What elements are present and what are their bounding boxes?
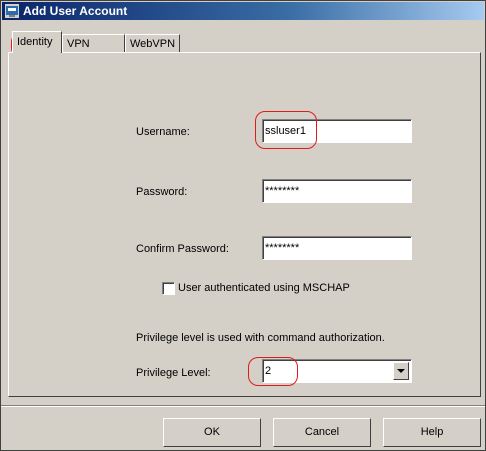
footer-separator bbox=[1, 405, 485, 407]
window-title: Add User Account bbox=[23, 4, 128, 18]
cancel-button[interactable]: Cancel bbox=[273, 418, 371, 447]
tab-webvpn[interactable]: WebVPN bbox=[125, 34, 180, 52]
password-input[interactable] bbox=[262, 179, 412, 203]
mschap-label: User authenticated using MSCHAP bbox=[178, 282, 350, 294]
privilege-level-select[interactable]: 2 bbox=[262, 359, 412, 383]
ok-button[interactable]: OK bbox=[163, 418, 261, 447]
tab-webvpn-label: WebVPN bbox=[130, 38, 176, 50]
help-button[interactable]: Help bbox=[383, 418, 481, 447]
chevron-down-icon[interactable] bbox=[393, 362, 409, 380]
tab-identity-label: Identity bbox=[17, 36, 53, 48]
tab-vpn-policy[interactable]: VPN Policy bbox=[62, 34, 125, 68]
confirm-password-input[interactable] bbox=[262, 236, 412, 260]
privilege-level-value: 2 bbox=[265, 365, 272, 377]
privilege-note: Privilege level is used with command aut… bbox=[136, 332, 385, 344]
username-label: Username: bbox=[136, 126, 190, 138]
password-label: Password: bbox=[136, 186, 188, 198]
add-user-account-dialog: Add User Account Identity VPN Policy Web… bbox=[0, 0, 486, 451]
mschap-checkbox[interactable] bbox=[162, 282, 175, 295]
privilege-level-label: Privilege Level: bbox=[136, 367, 211, 379]
confirm-password-label: Confirm Password: bbox=[136, 243, 229, 255]
title-bar: Add User Account bbox=[2, 2, 484, 20]
identity-tab-panel bbox=[8, 52, 481, 397]
username-input[interactable] bbox=[262, 119, 412, 143]
tab-identity[interactable]: Identity bbox=[12, 31, 62, 53]
app-icon bbox=[5, 4, 19, 18]
